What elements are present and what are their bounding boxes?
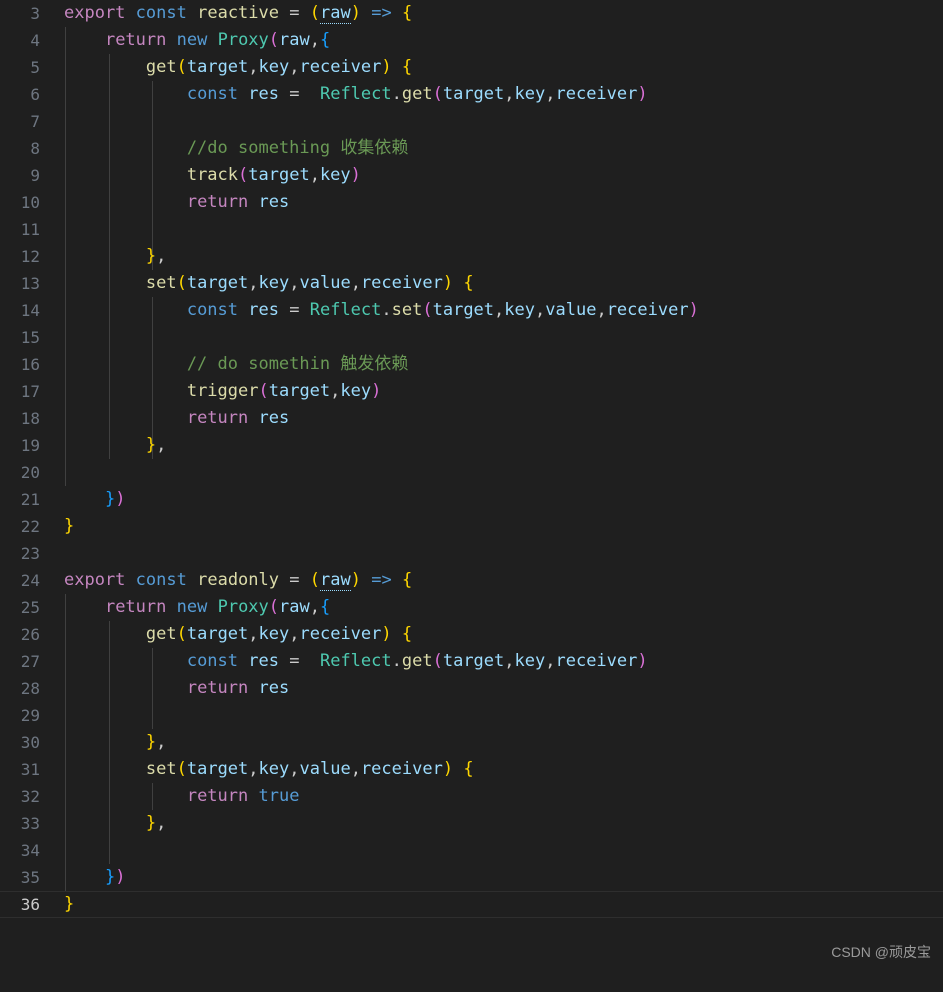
line-content: return res (186, 192, 290, 212)
line-number: 11 (20, 220, 40, 239)
line-number: 13 (20, 274, 40, 293)
code-line[interactable]: 14 const res = Reflect.set(target,key,va… (0, 297, 943, 324)
code-line[interactable]: 3 export const reactive = (raw) => { (0, 0, 943, 27)
line-number: 9 (30, 166, 40, 185)
line-content: track(target,key) (186, 165, 361, 185)
line-content: } (64, 894, 75, 914)
code-line[interactable]: 12 }, (0, 243, 943, 270)
line-number: 14 (20, 301, 40, 320)
code-line[interactable]: 31 set(target,key,value,receiver) { (0, 756, 943, 783)
line-content: } (64, 516, 75, 536)
line-number: 17 (20, 382, 40, 401)
code-line[interactable]: 10 return res (0, 189, 943, 216)
line-content: const res = Reflect.get(target,key,recei… (186, 651, 648, 671)
code-line[interactable]: 4 return new Proxy(raw,{ (0, 27, 943, 54)
line-number: 21 (20, 490, 40, 509)
code-line[interactable]: 27 const res = Reflect.get(target,key,re… (0, 648, 943, 675)
code-line[interactable]: 33 }, (0, 810, 943, 837)
line-number: 6 (30, 85, 40, 104)
line-content-comment: //do something 收集依赖 (64, 138, 409, 158)
line-number: 22 (20, 517, 40, 536)
line-number: 18 (20, 409, 40, 428)
code-line[interactable]: 19 }, (0, 432, 943, 459)
line-number: 33 (20, 814, 40, 833)
code-line-active[interactable]: 36 } (0, 891, 943, 918)
line-number: 7 (30, 112, 40, 131)
line-number: 30 (20, 733, 40, 752)
line-content: return true (186, 786, 300, 806)
line-number: 3 (30, 4, 40, 23)
line-content: }, (145, 732, 167, 752)
code-line[interactable]: 34 (0, 837, 943, 864)
line-content: set(target,key,value,receiver) { (145, 759, 474, 779)
line-number: 31 (20, 760, 40, 779)
code-line[interactable]: 30 }, (0, 729, 943, 756)
line-number: 35 (20, 868, 40, 887)
line-content: get(target,key,receiver) { (145, 624, 413, 644)
line-number: 19 (20, 436, 40, 455)
line-number: 8 (30, 139, 40, 158)
line-content: }) (104, 867, 126, 887)
line-number: 10 (20, 193, 40, 212)
line-content: return res (186, 678, 290, 698)
code-line[interactable]: 7 (0, 108, 943, 135)
line-content: const res = Reflect.get(target,key,recei… (186, 84, 648, 104)
line-content: return new Proxy(raw,{ (104, 30, 331, 50)
code-line[interactable]: 9 track(target,key) (0, 162, 943, 189)
line-content: }, (145, 246, 167, 266)
line-content: const res = Reflect.set(target,key,value… (186, 300, 699, 320)
line-number: 20 (20, 463, 40, 482)
code-editor[interactable]: 3 export const reactive = (raw) => { 4 r… (0, 0, 943, 972)
line-content: }) (104, 489, 126, 509)
line-number: 34 (20, 841, 40, 860)
code-line[interactable]: 16 // do somethin 触发依赖 (0, 351, 943, 378)
line-content: }, (145, 435, 167, 455)
line-number: 23 (20, 544, 40, 563)
code-line[interactable]: 11 (0, 216, 943, 243)
line-number: 26 (20, 625, 40, 644)
code-line[interactable]: 20 (0, 459, 943, 486)
code-line[interactable]: 28 return res (0, 675, 943, 702)
line-content: export const readonly = (raw) => { (64, 570, 413, 591)
line-number: 28 (20, 679, 40, 698)
line-content: get(target,key,receiver) { (145, 57, 413, 77)
line-number: 16 (20, 355, 40, 374)
code-line[interactable]: 22 } (0, 513, 943, 540)
line-number: 27 (20, 652, 40, 671)
code-line[interactable]: 24 export const readonly = (raw) => { (0, 567, 943, 594)
code-line[interactable]: 18 return res (0, 405, 943, 432)
code-line[interactable]: 21 }) (0, 486, 943, 513)
code-line[interactable]: 13 set(target,key,value,receiver) { (0, 270, 943, 297)
line-number-active: 36 (20, 895, 40, 914)
line-number: 4 (30, 31, 40, 50)
line-content: set(target,key,value,receiver) { (145, 273, 474, 293)
line-number: 15 (20, 328, 40, 347)
line-content: trigger(target,key) (186, 381, 382, 401)
code-line[interactable]: 32 return true (0, 783, 943, 810)
line-content: return new Proxy(raw,{ (104, 597, 331, 617)
line-content: }, (145, 813, 167, 833)
line-number: 5 (30, 58, 40, 77)
line-number: 32 (20, 787, 40, 806)
code-line[interactable]: 8 //do something 收集依赖 (0, 135, 943, 162)
line-number: 25 (20, 598, 40, 617)
line-number: 24 (20, 571, 40, 590)
line-number: 12 (20, 247, 40, 266)
code-line[interactable]: 5 get(target,key,receiver) { (0, 54, 943, 81)
code-line[interactable]: 26 get(target,key,receiver) { (0, 621, 943, 648)
line-number: 29 (20, 706, 40, 725)
code-line[interactable]: 15 (0, 324, 943, 351)
code-line[interactable]: 29 (0, 702, 943, 729)
code-line[interactable]: 25 return new Proxy(raw,{ (0, 594, 943, 621)
line-content: return res (186, 408, 290, 428)
code-line[interactable]: 35 }) (0, 864, 943, 891)
code-line[interactable]: 17 trigger(target,key) (0, 378, 943, 405)
code-line[interactable]: 6 const res = Reflect.get(target,key,rec… (0, 81, 943, 108)
line-content: export const reactive = (raw) => { (64, 3, 413, 24)
line-content-comment: // do somethin 触发依赖 (64, 354, 409, 374)
csdn-watermark: CSDN @顽皮宝 (831, 944, 931, 960)
code-line[interactable]: 23 (0, 540, 943, 567)
